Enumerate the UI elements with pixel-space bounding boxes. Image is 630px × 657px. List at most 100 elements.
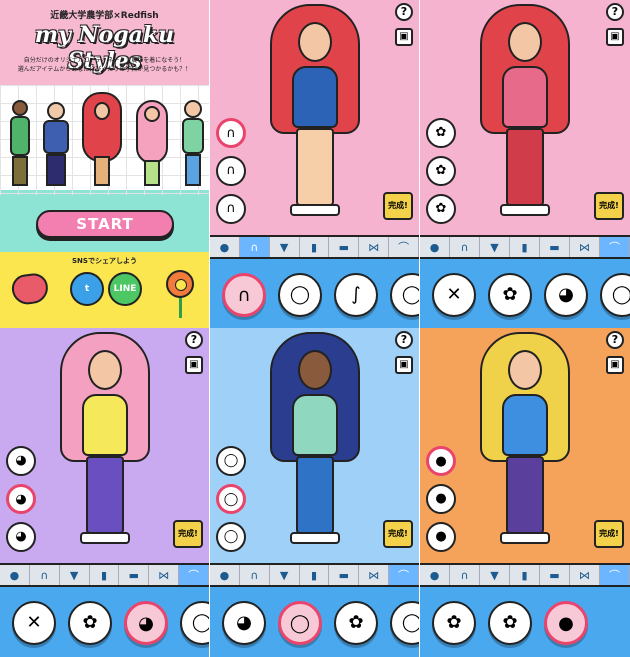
photo-icon[interactable]: ▣ bbox=[606, 356, 624, 374]
tab-bottom-icon[interactable]: ▮ bbox=[300, 565, 330, 585]
tab-top-icon[interactable]: ▼ bbox=[480, 237, 510, 257]
tab-hat-icon[interactable]: ⌒ bbox=[389, 237, 419, 257]
color-variant-1[interactable]: ● bbox=[426, 446, 456, 476]
complete-button[interactable]: 完成! bbox=[383, 192, 413, 220]
character-face bbox=[297, 350, 332, 390]
character-face bbox=[508, 22, 542, 62]
tab-hair-icon[interactable]: ∩ bbox=[450, 237, 480, 257]
help-button[interactable]: ? bbox=[606, 3, 624, 21]
category-tab-bar: ● ∩ ▼ ▮ ▬ ⋈ ⌒ bbox=[420, 235, 630, 259]
remove-item-button[interactable]: ✕ bbox=[432, 273, 476, 317]
tab-shoes-icon[interactable]: ▬ bbox=[119, 565, 150, 585]
photo-icon[interactable]: ▣ bbox=[185, 356, 203, 374]
character-bottom bbox=[295, 128, 334, 206]
character-figure bbox=[480, 4, 570, 219]
color-variant-2[interactable]: ∩ bbox=[216, 156, 246, 186]
tab-hair-icon[interactable]: ∩ bbox=[240, 565, 270, 585]
help-button[interactable]: ? bbox=[606, 331, 624, 349]
tab-bottom-icon[interactable]: ▮ bbox=[300, 237, 330, 257]
tab-ribbon-icon[interactable]: ⋈ bbox=[149, 565, 180, 585]
tab-top-icon[interactable]: ▼ bbox=[480, 565, 510, 585]
character-shoes bbox=[289, 532, 340, 544]
item-option-2[interactable]: ◯ bbox=[278, 273, 322, 317]
start-button[interactable]: START bbox=[36, 210, 174, 238]
item-option-2[interactable]: ◯ bbox=[278, 601, 322, 645]
help-button[interactable]: ? bbox=[395, 331, 413, 349]
tab-shoes-icon[interactable]: ▬ bbox=[540, 565, 570, 585]
tab-body-icon[interactable]: ● bbox=[210, 237, 240, 257]
photo-icon[interactable]: ▣ bbox=[606, 28, 624, 46]
tab-shoes-icon[interactable]: ▬ bbox=[540, 237, 570, 257]
item-option-2[interactable]: ✿ bbox=[488, 601, 532, 645]
complete-button[interactable]: 完成! bbox=[383, 520, 413, 548]
color-variant-2[interactable]: ◯ bbox=[216, 484, 246, 514]
photo-icon[interactable]: ▣ bbox=[395, 28, 413, 46]
line-share-button[interactable]: LINE bbox=[108, 272, 142, 306]
item-option-4[interactable]: ◯ bbox=[600, 273, 630, 317]
item-option-4[interactable]: ◯ bbox=[180, 601, 209, 645]
photo-icon[interactable]: ▣ bbox=[395, 356, 413, 374]
help-button[interactable]: ? bbox=[395, 3, 413, 21]
subtitle-line-2: 選んだアイテムからあなたにぴったりの学科が見つかるかも？！ bbox=[17, 66, 192, 73]
tab-top-icon[interactable]: ▼ bbox=[270, 565, 300, 585]
tab-hat-icon[interactable]: ⌒ bbox=[600, 237, 630, 257]
color-variant-1[interactable]: ∩ bbox=[216, 118, 246, 148]
tab-bottom-icon[interactable]: ▮ bbox=[510, 237, 540, 257]
tab-top-icon[interactable]: ▼ bbox=[270, 237, 300, 257]
item-option-2[interactable]: ✿ bbox=[488, 273, 532, 317]
color-variant-2[interactable]: ◕ bbox=[6, 484, 36, 514]
color-variant-1[interactable]: ✿ bbox=[426, 118, 456, 148]
color-variant-3[interactable]: ◕ bbox=[6, 522, 36, 552]
twitter-share-button[interactable]: t bbox=[70, 272, 104, 306]
item-option-1[interactable]: ∩ bbox=[222, 273, 266, 317]
item-option-4[interactable]: ◯ bbox=[390, 273, 419, 317]
tab-body-icon[interactable]: ● bbox=[210, 565, 240, 585]
tab-ribbon-icon[interactable]: ⋈ bbox=[570, 565, 600, 585]
character-bottom bbox=[506, 128, 544, 206]
tab-bottom-icon[interactable]: ▮ bbox=[510, 565, 540, 585]
tab-bottom-icon[interactable]: ▮ bbox=[90, 565, 120, 585]
color-variant-3[interactable]: ✿ bbox=[426, 194, 456, 224]
tab-hat-icon[interactable]: ⌒ bbox=[179, 565, 209, 585]
subtitle-line-1: 自分だけのオリジナルコーディネートで農学を着になそう！ bbox=[23, 57, 186, 64]
color-variant-1[interactable]: ◕ bbox=[6, 446, 36, 476]
complete-button[interactable]: 完成! bbox=[173, 520, 203, 548]
tab-body-icon[interactable]: ● bbox=[420, 565, 450, 585]
tab-shoes-icon[interactable]: ▬ bbox=[329, 237, 360, 257]
item-option-2[interactable]: ✿ bbox=[68, 601, 112, 645]
item-option-3[interactable]: ∫ bbox=[334, 273, 378, 317]
color-variant-2[interactable]: ● bbox=[426, 484, 456, 514]
tab-hat-icon[interactable]: ⌒ bbox=[389, 565, 419, 585]
remove-item-button[interactable]: ✕ bbox=[12, 601, 56, 645]
item-option-3[interactable]: ◕ bbox=[544, 273, 588, 317]
tab-shoes-icon[interactable]: ▬ bbox=[329, 565, 360, 585]
tab-hair-icon[interactable]: ∩ bbox=[239, 237, 270, 257]
color-variant-3[interactable]: ∩ bbox=[216, 194, 246, 224]
item-option-3[interactable]: ◕ bbox=[124, 601, 168, 645]
tab-hat-icon[interactable]: ⌒ bbox=[600, 565, 630, 585]
category-tab-bar: ● ∩ ▼ ▮ ▬ ⋈ ⌒ bbox=[210, 235, 419, 259]
color-variant-3[interactable]: ● bbox=[426, 522, 456, 552]
tab-body-icon[interactable]: ● bbox=[420, 237, 450, 257]
item-option-3[interactable]: ✿ bbox=[334, 601, 378, 645]
item-option-1[interactable]: ✿ bbox=[432, 601, 476, 645]
color-variant-3[interactable]: ◯ bbox=[216, 522, 246, 552]
complete-button[interactable]: 完成! bbox=[594, 520, 624, 548]
character-bottom bbox=[506, 456, 544, 534]
item-option-3[interactable]: ● bbox=[544, 601, 588, 645]
tab-hair-icon[interactable]: ∩ bbox=[450, 565, 480, 585]
complete-button[interactable]: 完成! bbox=[594, 192, 624, 220]
item-option-4[interactable]: ◯ bbox=[390, 601, 419, 645]
color-variant-1[interactable]: ◯ bbox=[216, 446, 246, 476]
item-option-1[interactable]: ◕ bbox=[222, 601, 266, 645]
character-bottom bbox=[85, 456, 124, 534]
color-variant-2[interactable]: ✿ bbox=[426, 156, 456, 186]
tab-hair-icon[interactable]: ∩ bbox=[30, 565, 60, 585]
help-button[interactable]: ? bbox=[185, 331, 203, 349]
share-section: SNSでシェアしよう t LINE bbox=[0, 252, 209, 328]
tab-ribbon-icon[interactable]: ⋈ bbox=[359, 565, 390, 585]
tab-top-icon[interactable]: ▼ bbox=[60, 565, 90, 585]
tab-ribbon-icon[interactable]: ⋈ bbox=[570, 237, 600, 257]
tab-ribbon-icon[interactable]: ⋈ bbox=[359, 237, 390, 257]
tab-body-icon[interactable]: ● bbox=[0, 565, 30, 585]
